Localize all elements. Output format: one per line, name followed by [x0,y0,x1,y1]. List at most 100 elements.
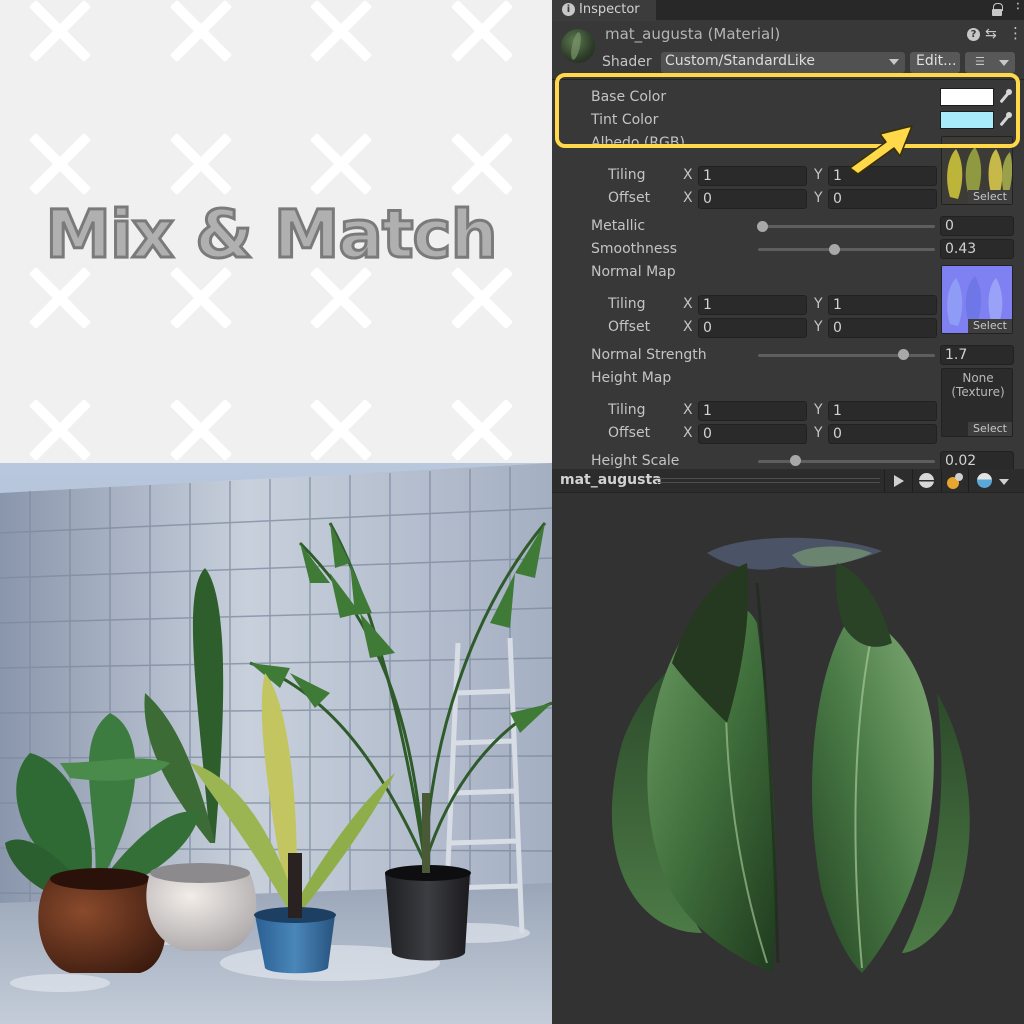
x-pattern-icon [170,133,232,195]
tab-inspector[interactable]: i Inspector [552,0,656,21]
shader-dropdown[interactable]: Custom/StandardLike [661,52,905,73]
x-pattern-icon [451,399,513,461]
tiling-label: Tiling [608,402,646,418]
x-axis-label: X [683,167,693,183]
y-axis-label: Y [814,425,823,441]
normal-map-label: Normal Map [591,264,676,280]
preview-material-name: mat_augusta [560,472,662,488]
inspector-panel: i Inspector ⋮ mat_augusta (Material) ? ⇆… [552,0,1024,469]
x-pattern-icon [451,267,513,329]
offset-label: Offset [608,319,651,335]
more-options-icon[interactable]: ⋮ [1008,24,1023,42]
height-scale-value-field[interactable]: 0.02 [940,451,1014,469]
smoothness-slider-handle[interactable] [829,244,840,255]
offset-label: Offset [608,425,651,441]
tiling-label: Tiling [608,167,646,183]
height-tiling-x-field[interactable]: 1 [698,401,807,421]
select-texture-button[interactable]: Select [968,422,1012,436]
help-icon[interactable]: ? [967,28,980,41]
height-offset-x-field[interactable]: 0 [698,424,807,444]
albedo-offset-x-field[interactable]: 0 [698,189,807,209]
albedo-offset-y-field[interactable]: 0 [828,189,937,209]
normal-tiling-x-field[interactable]: 1 [698,295,807,315]
x-axis-label: X [683,190,693,206]
preview-shape-icon[interactable] [912,469,940,493]
x-axis-label: X [683,296,693,312]
normal-strength-slider-handle[interactable] [898,349,909,360]
info-icon: i [562,3,575,16]
play-icon[interactable] [884,469,911,493]
x-pattern-icon [310,267,372,329]
tab-menu-icon[interactable]: ⋮ [1011,0,1024,17]
albedo-tiling-x-field[interactable]: 1 [698,166,807,186]
y-axis-label: Y [814,296,823,312]
list-icon: ☰ [975,55,985,68]
shader-value: Custom/StandardLike [665,53,815,69]
preset-settings-icon[interactable]: ⇆ [985,26,997,42]
dropdown-arrow-icon [889,59,899,65]
x-axis-label: X [683,402,693,418]
x-pattern-icon [170,0,232,62]
normal-tiling-y-field[interactable]: 1 [828,295,937,315]
highlight-annotation [555,73,1020,148]
height-offset-y-field[interactable]: 0 [828,424,937,444]
normal-offset-y-field[interactable]: 0 [828,318,937,338]
smoothness-label: Smoothness [591,241,678,257]
y-axis-label: Y [814,319,823,335]
select-texture-button[interactable]: Select [968,319,1012,333]
x-pattern-icon [29,399,91,461]
preview-toolbar: mat_augusta [552,469,1024,493]
x-pattern-icon [170,267,232,329]
shader-label: Shader [602,54,652,70]
height-map-texture-slot[interactable]: None (Texture) Select [941,368,1013,437]
preview-drag-handle[interactable] [656,478,880,483]
x-pattern-icon [29,133,91,195]
y-axis-label: Y [814,167,823,183]
height-tiling-y-field[interactable]: 1 [828,401,937,421]
mix-and-match-banner: Mix & Match [0,0,552,463]
height-scale-label: Height Scale [591,453,680,469]
metallic-value-field[interactable]: 0 [940,216,1014,236]
lock-icon[interactable] [992,3,1003,16]
normal-map-texture-slot[interactable]: Select [941,265,1013,334]
banner-title: Mix & Match [44,195,499,275]
x-pattern-icon [451,0,513,62]
material-thumbnail [561,29,595,63]
y-axis-label: Y [814,402,823,418]
annotation-arrow-icon [849,125,913,175]
x-pattern-icon [310,0,372,62]
plant-scene-illustration [0,463,552,1024]
smoothness-value-field[interactable]: 0.43 [940,239,1014,259]
y-axis-label: Y [814,190,823,206]
height-map-label: Height Map [591,370,672,386]
inspector-tab-bar: i Inspector ⋮ [552,0,1024,21]
metallic-label: Metallic [591,218,646,234]
normal-offset-x-field[interactable]: 0 [698,318,807,338]
tab-inspector-label: Inspector [579,2,640,17]
tiling-label: Tiling [608,296,646,312]
select-texture-button[interactable]: Select [968,190,1012,204]
height-scale-slider-handle[interactable] [790,455,801,466]
edit-shader-button[interactable]: Edit... [910,52,960,73]
x-axis-label: X [683,425,693,441]
normal-strength-value-field[interactable]: 1.7 [940,345,1014,365]
preview-environment-icon[interactable] [968,469,1024,493]
x-pattern-icon [170,399,232,461]
material-preview-sphere [611,537,970,973]
material-title: mat_augusta (Material) [605,25,781,43]
preview-lighting-icon[interactable] [941,469,967,493]
offset-label: Offset [608,190,651,206]
x-axis-label: X [683,319,693,335]
normal-strength-label: Normal Strength [591,347,707,363]
height-scale-slider[interactable] [758,460,935,463]
shader-list-button[interactable]: ☰ [965,52,1015,73]
x-pattern-icon [310,399,372,461]
x-pattern-icon [451,133,513,195]
metallic-slider-handle[interactable] [757,221,768,232]
height-map-none-text: None (Texture) [951,371,1005,399]
material-preview-panel: mat_augusta [552,469,1024,1024]
smoothness-slider[interactable] [758,248,935,251]
scene-render [0,463,552,1024]
metallic-slider[interactable] [758,225,935,228]
dropdown-arrow-icon [999,60,1009,66]
